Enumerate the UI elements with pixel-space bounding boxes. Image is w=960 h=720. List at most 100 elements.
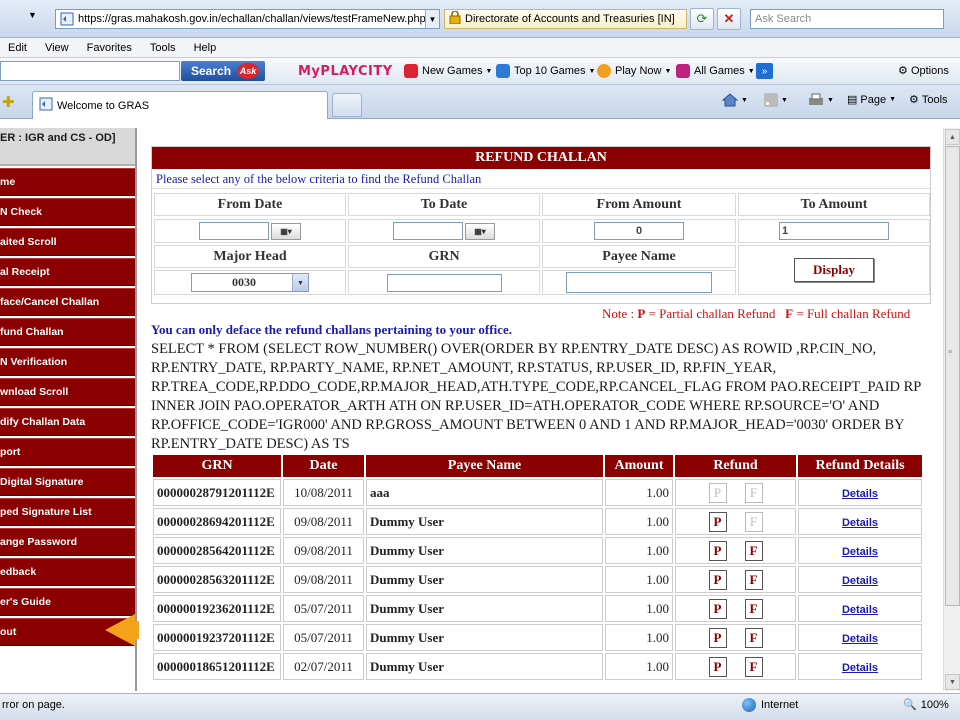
partial-refund-button[interactable]: P [708, 598, 727, 619]
toolbar-search-input[interactable] [0, 61, 180, 81]
sidebar-item[interactable]: port [0, 438, 135, 466]
details-link[interactable]: Details [842, 604, 878, 616]
major-head-value: 0030 [232, 275, 256, 289]
calendar-icon[interactable]: ▦▾ [465, 222, 495, 240]
menu-edit[interactable]: Edit [8, 42, 27, 54]
to-amount-input[interactable]: 1 [779, 222, 889, 240]
refresh-icon[interactable]: ⟳ [690, 8, 714, 30]
toolbar-search-button[interactable]: Search Ask [181, 61, 265, 81]
details-link[interactable]: Details [842, 662, 878, 674]
zoom-control[interactable]: 🔍 100% [903, 698, 949, 712]
sidebar-item[interactable]: N Verification [0, 348, 135, 376]
chevron-down-icon: ▼ [741, 96, 748, 104]
partial-refund-button[interactable]: P [708, 511, 727, 532]
tab-welcome-to-gras[interactable]: Welcome to GRAS [32, 91, 328, 119]
partial-refund-button[interactable]: P [708, 569, 727, 590]
menu-help[interactable]: Help [194, 42, 217, 54]
status-message[interactable]: rror on page. [2, 699, 65, 711]
amount-cell: 1.00 [605, 624, 673, 651]
details-link[interactable]: Details [842, 517, 878, 529]
amount-cell: 1.00 [605, 537, 673, 564]
menu-favorites[interactable]: Favorites [87, 42, 132, 54]
security-certificate-badge[interactable]: Directorate of Accounts and Treasuries [… [444, 9, 687, 29]
from-date-input[interactable] [199, 222, 269, 240]
sidebar-item[interactable]: edback [0, 558, 135, 586]
toolbar-more-icon[interactable]: » [756, 63, 773, 79]
partial-refund-button[interactable]: P [708, 540, 727, 561]
grn-cell: 00000018651201112E [153, 653, 281, 680]
date-cell: 02/07/2011 [283, 653, 364, 680]
refund-cell: PF [675, 566, 796, 593]
sidebar-item-label: al Receipt [0, 266, 50, 278]
chevron-down-icon: ▼ [827, 96, 834, 104]
full-refund-button[interactable]: F [744, 569, 763, 590]
full-refund-button[interactable]: F [744, 627, 763, 648]
address-dropdown-icon[interactable]: ▼ [425, 10, 439, 28]
page-menu[interactable]: ▤ Page ▼ [847, 93, 896, 107]
details-cell: Details [798, 479, 922, 506]
sidebar-item[interactable]: N Check [0, 198, 135, 226]
display-button[interactable]: Display [794, 258, 874, 282]
scroll-thumb[interactable] [945, 146, 960, 606]
sidebar-item[interactable]: aited Scroll [0, 228, 135, 256]
grn-input[interactable] [386, 273, 502, 292]
from-amount-input[interactable]: 0 [594, 222, 684, 240]
sidebar-item[interactable]: Digital Signature [0, 468, 135, 496]
sidebar: ER : IGR and CS - OD] me N Check aited Scr… [0, 128, 137, 691]
panel-title: REFUND CHALLAN [152, 147, 930, 169]
menu-tools[interactable]: Tools [150, 42, 176, 54]
status-bar: rror on page. Internet 🔍 100% [0, 693, 960, 720]
details-link[interactable]: Details [842, 546, 878, 558]
menu-view[interactable]: View [45, 42, 69, 54]
partial-refund-button[interactable]: P [708, 656, 727, 677]
partial-refund-button[interactable]: P [708, 627, 727, 648]
tools-menu[interactable]: ⚙ Tools [909, 93, 948, 107]
sidebar-item[interactable]: dify Challan Data [0, 408, 135, 436]
scroll-up-icon[interactable]: ▲ [945, 129, 960, 145]
major-head-select[interactable]: 0030 ▼ [191, 273, 309, 292]
sidebar-item[interactable]: fund Challan [0, 318, 135, 346]
toolbar-new-games[interactable]: New Games ▼ [404, 64, 492, 78]
recent-pages-dropdown-icon[interactable]: ▼ [28, 10, 42, 26]
full-refund-button[interactable]: F [744, 598, 763, 619]
stop-icon[interactable]: ✕ [717, 8, 741, 30]
home-icon[interactable]: ▼ [722, 93, 748, 107]
zoom-icon: 🔍 [903, 699, 917, 711]
new-tab-button[interactable] [332, 93, 362, 117]
to-date-input[interactable] [393, 222, 463, 240]
toolbar-play-now[interactable]: Play Now ▼ [597, 64, 671, 78]
sidebar-item[interactable]: wnload Scroll [0, 378, 135, 406]
sidebar-item[interactable]: al Receipt [0, 258, 135, 286]
filter-labels-row-1: From Date To Date From Amount To Amount [154, 193, 932, 216]
filter-inputs-row-1: ▦▾ ▦▾ 0 1 [154, 219, 932, 243]
sidebar-item[interactable]: ped Signature List [0, 498, 135, 526]
url-text[interactable]: https://gras.mahakosh.gov.in/echallan/ch… [78, 13, 425, 25]
payee-name-input[interactable] [566, 272, 712, 293]
tab-title: Welcome to GRAS [57, 99, 150, 112]
calendar-icon[interactable]: ▦▾ [271, 222, 301, 240]
toolbar-all-games[interactable]: All Games ▼ [676, 64, 755, 78]
gear-icon: ⚙ [909, 94, 919, 106]
playcity-logo[interactable]: MyPLAYCITY [298, 64, 393, 79]
full-refund-button[interactable]: F [744, 540, 763, 561]
address-bar[interactable]: https://gras.mahakosh.gov.in/echallan/ch… [55, 9, 440, 29]
sidebar-item[interactable]: me [0, 168, 135, 196]
toolbar-top10-games[interactable]: Top 10 Games ▼ [496, 64, 595, 78]
details-link[interactable]: Details [842, 488, 878, 500]
toolbar-options[interactable]: ⚙ Options [898, 64, 949, 77]
details-cell: Details [798, 508, 922, 535]
sidebar-item[interactable]: er's Guide [0, 588, 135, 616]
rss-feed-icon[interactable]: ▼ [764, 93, 788, 107]
browser-search-input[interactable]: Ask Search [750, 9, 944, 29]
sidebar-item[interactable]: face/Cancel Challan [0, 288, 135, 316]
favorites-star-icon[interactable]: ✚ [2, 93, 15, 111]
sidebar-item[interactable]: ange Password [0, 528, 135, 556]
details-link[interactable]: Details [842, 633, 878, 645]
amount-cell: 1.00 [605, 653, 673, 680]
details-link[interactable]: Details [842, 575, 878, 587]
print-icon[interactable]: ▼ [808, 93, 834, 107]
full-refund-button[interactable]: F [744, 656, 763, 677]
main-scrollbar[interactable]: ▲ ≡ ▼ [943, 128, 960, 691]
scroll-down-icon[interactable]: ▼ [945, 674, 960, 690]
sidebar-item-label: wnload Scroll [0, 386, 69, 398]
